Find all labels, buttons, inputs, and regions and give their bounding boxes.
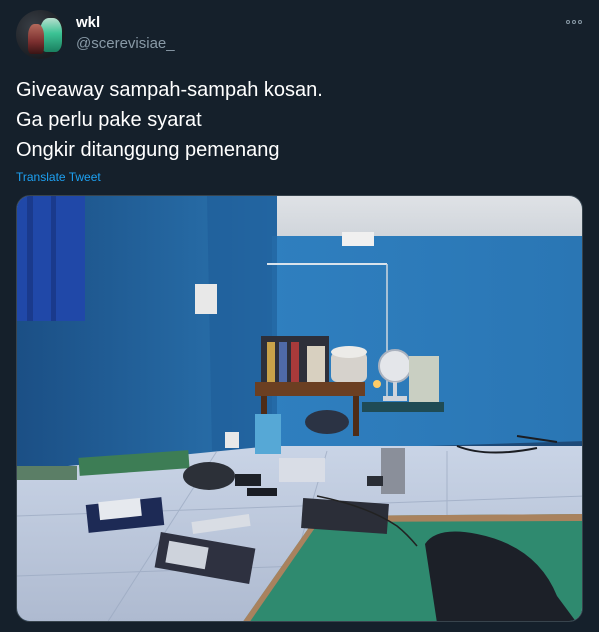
room-photo-image (17, 196, 582, 621)
display-name[interactable]: wkl (76, 14, 100, 31)
tweet-media-photo[interactable] (16, 195, 583, 622)
tweet-line: Ga perlu pake syarat (16, 109, 202, 131)
tweet-text: Giveaway sampah-sampah kosan. Ga perlu p… (16, 75, 576, 165)
tweet-line: Giveaway sampah-sampah kosan. (16, 79, 323, 101)
translate-tweet-link[interactable]: Translate Tweet (16, 170, 101, 184)
more-dot (572, 20, 576, 24)
tweet: wkl @scerevisiae_ Giveaway sampah-sampah… (0, 0, 599, 632)
more-dot (578, 20, 582, 24)
avatar-figure (28, 24, 44, 54)
more-dot (566, 20, 570, 24)
avatar[interactable] (16, 10, 65, 59)
more-options-icon[interactable] (563, 13, 585, 31)
user-handle[interactable]: @scerevisiae_ (76, 35, 175, 52)
tweet-line: Ongkir ditanggung pemenang (16, 139, 280, 161)
